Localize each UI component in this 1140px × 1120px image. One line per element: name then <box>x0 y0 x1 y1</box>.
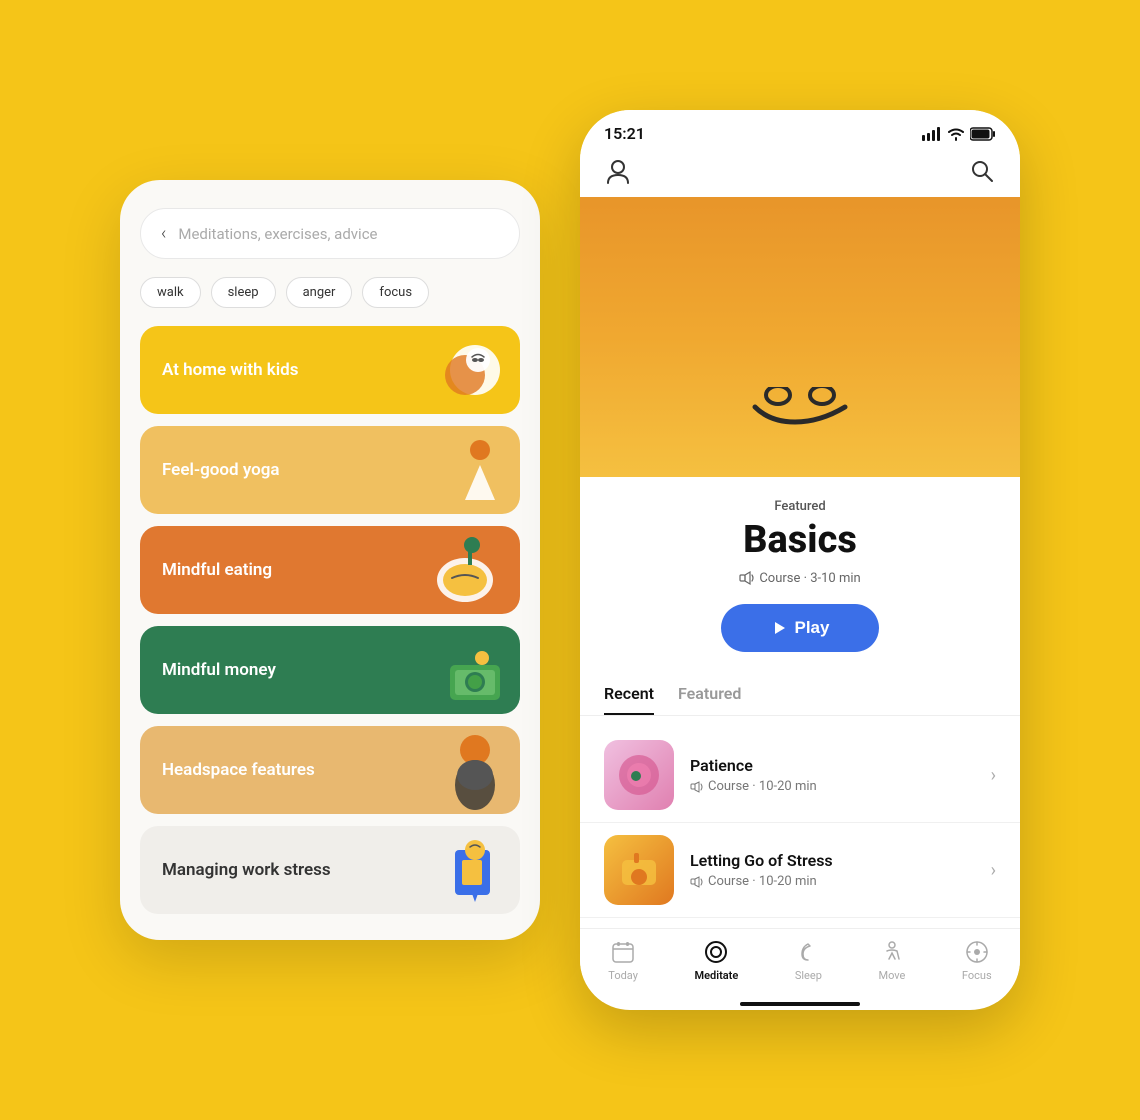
audio-icon <box>739 570 755 586</box>
featured-meta: Course · 3-10 min <box>608 570 992 586</box>
play-button[interactable]: Play <box>721 604 880 652</box>
search-icon[interactable] <box>968 157 996 185</box>
tab-recent[interactable]: Recent <box>604 674 654 715</box>
profile-icon[interactable] <box>604 157 632 185</box>
category-card-feel-good-yoga[interactable]: Feel-good yoga <box>140 426 520 514</box>
filter-chips-row: walk sleep anger focus <box>140 277 520 308</box>
content-thumb-stress <box>604 835 674 905</box>
wifi-icon <box>947 127 965 141</box>
content-thumb-patience <box>604 740 674 810</box>
scene: ‹ Meditations, exercises, advice walk sl… <box>0 0 1140 1120</box>
category-illustration-headspace-features <box>400 726 520 814</box>
tabs-section: Recent Featured <box>580 674 1020 716</box>
battery-icon <box>970 127 996 141</box>
move-icon <box>879 939 905 965</box>
nav-today[interactable]: Today <box>608 939 638 982</box>
nav-label-move: Move <box>878 969 905 982</box>
nav-label-today: Today <box>608 969 638 982</box>
nav-sleep[interactable]: Sleep <box>795 939 822 982</box>
chevron-stress: › <box>991 860 996 881</box>
content-meta-text-stress: Course · 10-20 min <box>708 874 817 889</box>
category-card-mindful-money[interactable]: Mindful money <box>140 626 520 714</box>
nav-label-focus: Focus <box>962 969 992 982</box>
category-card-managing-work-stress[interactable]: Managing work stress <box>140 826 520 914</box>
category-title-headspace-features: Headspace features <box>162 760 315 780</box>
featured-title: Basics <box>608 518 992 562</box>
audio-icon-stress <box>690 875 704 889</box>
content-item-patience[interactable]: Patience Course · 10-20 min › <box>580 728 1020 823</box>
chip-walk[interactable]: walk <box>140 277 201 308</box>
tab-featured[interactable]: Featured <box>678 674 741 715</box>
content-meta-patience: Course · 10-20 min <box>690 779 975 794</box>
category-list: At home with kids Feel-good yoga <box>140 326 520 920</box>
category-card-headspace-features[interactable]: Headspace features <box>140 726 520 814</box>
search-placeholder: Meditations, exercises, advice <box>178 225 377 243</box>
content-item-stress[interactable]: Letting Go of Stress Course · 10-20 min … <box>580 823 1020 918</box>
play-label: Play <box>795 618 830 638</box>
home-bar <box>740 1002 860 1006</box>
home-indicator <box>580 1002 1020 1010</box>
content-meta-stress: Course · 10-20 min <box>690 874 975 889</box>
chevron-patience: › <box>991 765 996 786</box>
category-title-at-home-kids: At home with kids <box>162 360 298 380</box>
category-title-managing-work-stress: Managing work stress <box>162 860 331 880</box>
meditate-icon <box>703 939 729 965</box>
nav-label-meditate: Meditate <box>694 969 738 982</box>
focus-icon <box>964 939 990 965</box>
category-title-feel-good-yoga: Feel-good yoga <box>162 460 280 480</box>
patience-illustration <box>614 750 664 800</box>
signal-icon <box>922 127 942 141</box>
category-illustration-feel-good-yoga <box>400 426 520 514</box>
today-icon <box>610 939 636 965</box>
featured-label: Featured <box>608 499 992 514</box>
back-button[interactable]: ‹ <box>161 223 166 244</box>
content-info-stress: Letting Go of Stress Course · 10-20 min <box>690 851 975 889</box>
app-topbar <box>580 151 1020 197</box>
content-title-stress: Letting Go of Stress <box>690 851 975 870</box>
content-list: Patience Course · 10-20 min › <box>580 716 1020 928</box>
phone-left: ‹ Meditations, exercises, advice walk sl… <box>120 180 540 940</box>
featured-meta-text: Course · 3-10 min <box>759 571 860 586</box>
category-illustration-at-home-kids <box>400 326 520 414</box>
content-info-patience: Patience Course · 10-20 min <box>690 756 975 794</box>
chip-sleep[interactable]: sleep <box>211 277 276 308</box>
category-title-mindful-eating: Mindful eating <box>162 560 272 580</box>
phone-right: 15:21 <box>580 110 1020 1010</box>
play-icon <box>771 620 787 636</box>
hero-section <box>580 197 1020 477</box>
stress-illustration <box>614 845 664 895</box>
category-card-at-home-kids[interactable]: At home with kids <box>140 326 520 414</box>
nav-move[interactable]: Move <box>878 939 905 982</box>
status-bar: 15:21 <box>580 110 1020 151</box>
featured-section: Featured Basics Course · 3-10 min Play <box>580 477 1020 670</box>
nav-focus[interactable]: Focus <box>962 939 992 982</box>
category-illustration-managing-work-stress <box>400 826 520 914</box>
nav-meditate[interactable]: Meditate <box>694 939 738 982</box>
category-title-mindful-money: Mindful money <box>162 660 276 680</box>
chip-anger[interactable]: anger <box>286 277 353 308</box>
category-illustration-mindful-money <box>400 626 520 714</box>
chip-focus[interactable]: focus <box>362 277 429 308</box>
category-card-mindful-eating[interactable]: Mindful eating <box>140 526 520 614</box>
nav-label-sleep: Sleep <box>795 969 822 982</box>
sleep-icon <box>795 939 821 965</box>
content-title-patience: Patience <box>690 756 975 775</box>
hero-face <box>740 387 860 447</box>
bottom-nav: Today Meditate Sleep <box>580 928 1020 1002</box>
category-illustration-mindful-eating <box>400 526 520 614</box>
search-bar-container[interactable]: ‹ Meditations, exercises, advice <box>140 208 520 259</box>
content-meta-text-patience: Course · 10-20 min <box>708 779 817 794</box>
status-time: 15:21 <box>604 124 645 143</box>
status-icons <box>922 127 996 141</box>
audio-icon-patience <box>690 780 704 794</box>
